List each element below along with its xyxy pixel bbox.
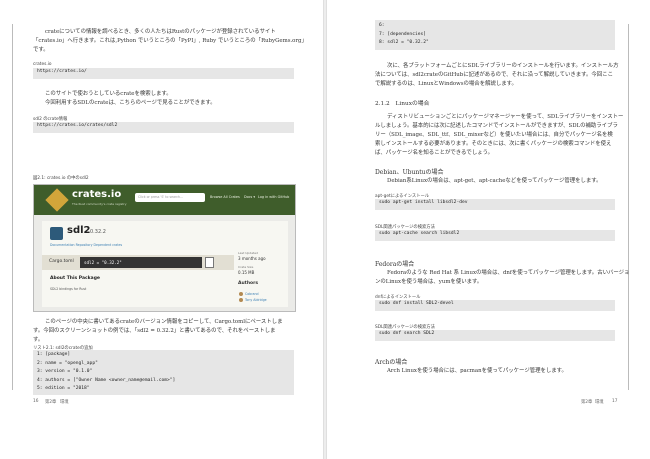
code-block: sudo apt-cache search libsdl2	[375, 230, 615, 241]
crates-logo-icon	[45, 188, 69, 212]
paragraph-line: ルしましょう。基本的には次に記述したコマンドでインストールができますが、SDLの…	[375, 123, 618, 129]
right-page: 6: 7: [dependencies] 8: sdl2 = "0.32.2" …	[325, 0, 650, 459]
section-heading: 2.1.2 Linuxの場合	[375, 101, 430, 107]
code-line: 4: authors = ["Owner Name <owner_name@em…	[37, 377, 176, 383]
paragraph-line: このページの中央に書いてあるcrateのバージョン情報をコピーして、Cargo.…	[45, 319, 283, 325]
author-name: Cobrand	[245, 292, 259, 296]
crates-header: crates.io The Rust community's crate reg…	[34, 185, 295, 215]
paragraph-line: ば、パッケージ名を知ることができるでしょう。	[375, 150, 494, 156]
nav-browse: Browse All Crates	[210, 195, 240, 199]
code-line: https://crates.io/	[37, 69, 87, 74]
crate-name: sdl2	[67, 225, 91, 236]
crate-version: 0.32.2	[90, 229, 106, 235]
search-input: Click or press 'S' to search...	[135, 193, 205, 202]
paragraph-line: す。今回のスクリーンショットの例では、「sdl2 = 0.32.2」と書いてある…	[33, 328, 276, 334]
paragraph-line: 今回利用するSDLのcrateは、こちらのページで見ることができます。	[45, 100, 216, 106]
paragraph-line: リー（SDL_image、SDL_ttf、SDL_mixerなど）を使いたい場合…	[375, 132, 613, 138]
code-line: 7: [dependencies]	[379, 31, 427, 37]
code-line: sudo dnf install SDL2-devel	[379, 301, 454, 306]
margin-rule	[628, 24, 629, 390]
paragraph-line: で解説するのは、LinuxとWindowsの場合を解説します。	[375, 81, 517, 87]
code-listing: 6: 7: [dependencies] 8: sdl2 = "0.32.2"	[375, 20, 615, 50]
paragraph-line: ンのLinuxを使う場合は、yumを使います。	[375, 279, 483, 285]
authors-heading: Authors	[238, 281, 259, 286]
code-line: https://crates.io/crates/sdl2	[37, 123, 118, 128]
code-line: 2: name = "opengl_app"	[37, 360, 98, 366]
chapter-title: 環境	[60, 400, 69, 405]
code-line: 8: sdl2 = "0.32.2"	[379, 40, 429, 46]
chapter-title: 環境	[595, 400, 604, 405]
subheading: Archの場合	[375, 359, 408, 366]
code-line: sudo apt-get install libsdl2-dev	[379, 200, 468, 205]
about-heading: About This Package	[50, 276, 100, 281]
crate-size-label: Crate Size	[238, 265, 254, 269]
paragraph-line: Fedoraのような Red Hat 系 Linuxの場合は、dnfを使ってパッ…	[387, 270, 630, 276]
code-line: 3: version = "0.1.0"	[37, 369, 93, 375]
crates-tagline: The Rust community's crate registry	[72, 202, 127, 206]
subheading: Fedoraの場合	[375, 261, 415, 268]
avatar	[239, 292, 243, 296]
paragraph-line: 「crates.io」へ行きます。これは,Python でいうところの「PyPI…	[33, 38, 307, 44]
crate-description: SDL2 bindings for Rust	[50, 287, 87, 291]
code-listing: 1: [package] 2: name = "opengl_app" 3: v…	[33, 350, 294, 395]
left-page: crateについての情報を調べるとき、多くの人たちはRustのパッケージが登録さ…	[0, 0, 325, 459]
nav-docs: Docs ▾	[244, 195, 256, 199]
code-block: https://crates.io/crates/sdl2	[33, 122, 294, 133]
paragraph-line: ディストリビューションごとにパッケージマネージャーを使って、SDLライブラリーを…	[387, 114, 624, 120]
code-line: 1: [package]	[37, 352, 71, 357]
author-name: Tony Aldridge	[245, 298, 267, 302]
book-gutter	[323, 0, 327, 459]
crate-card: sdl2 0.32.2 Documentation Repository Dep…	[42, 221, 288, 307]
subheading: Debian、Ubuntuの場合	[375, 169, 444, 176]
code-block: sudo dnf search SDL2	[375, 330, 615, 341]
paragraph-line: Arch Linuxを使う場合には、pacmanを使ってパッケージ管理をします。	[387, 368, 567, 374]
paragraph-line: crateについての情報を調べるとき、多くの人たちはRustのパッケージが登録さ…	[45, 29, 276, 35]
margin-rule	[12, 24, 13, 390]
paragraph-line: 法については、sdl2crateのGitHubに記述があるので、それに沿って解説…	[375, 72, 613, 78]
code-caption: crates.io	[33, 62, 52, 67]
crate-size: 0.15 MB	[238, 270, 255, 275]
paragraph-line: す。	[33, 337, 44, 343]
last-updated-label: Last Updated	[238, 251, 258, 255]
paragraph-line: このサイトで使おうとしているcrateを検索します。	[45, 91, 172, 97]
cargo-value: sdl2 = "0.32.2"	[80, 257, 202, 268]
code-block: sudo apt-get install libsdl2-dev	[375, 199, 615, 210]
paragraph-line: です。	[33, 47, 49, 53]
page-number: 16	[33, 399, 39, 404]
crate-links: Documentation Repository Dependent crate…	[50, 243, 123, 247]
code-block: https://crates.io/	[33, 68, 294, 79]
code-line: 5: edition = "2018"	[37, 386, 90, 392]
last-updated: 3 months ago	[238, 256, 266, 261]
cargo-label: Cargo.toml	[49, 259, 74, 264]
paragraph-line: 索しインストールする必要があります。そのときには、次に書くパッケージの検索コマン…	[375, 141, 612, 147]
code-line: sudo apt-cache search libsdl2	[379, 231, 460, 236]
figure-caption: 図2.1: crates.io の中のsdl2	[33, 176, 89, 181]
copy-icon	[205, 257, 214, 268]
nav-login: Log in with GitHub	[258, 195, 290, 199]
code-line: 6:	[379, 23, 385, 28]
cargo-toml-box: Cargo.toml sdl2 = "0.32.2"	[42, 255, 234, 270]
crate-icon	[50, 227, 63, 240]
crates-io-screenshot: crates.io The Rust community's crate reg…	[33, 184, 296, 312]
chapter-label: 第2章	[581, 400, 593, 405]
chapter-label: 第2章	[45, 400, 57, 405]
code-block: sudo dnf install SDL2-devel	[375, 300, 615, 311]
code-line: sudo dnf search SDL2	[379, 331, 435, 336]
page-number: 17	[612, 399, 618, 404]
avatar	[239, 298, 243, 302]
crates-logo-text: crates.io	[72, 189, 122, 200]
paragraph-line: Debian系Linuxの場合は、apt-get、apt-cacheなどを使って…	[387, 178, 602, 184]
paragraph-line: 次に、各プラットフォームごとにSDLライブラリーのインストールを行います。インス…	[387, 63, 619, 69]
